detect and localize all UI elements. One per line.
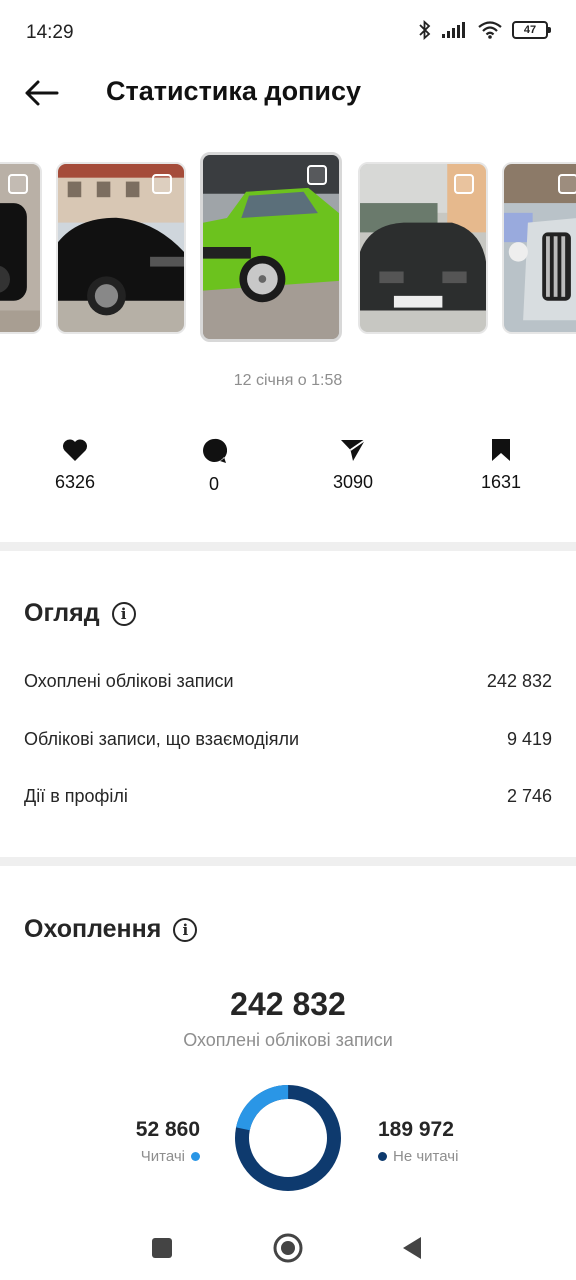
section-divider bbox=[0, 542, 576, 551]
comments-metric: 0 bbox=[164, 438, 264, 495]
bluetooth-icon bbox=[419, 20, 431, 40]
stat-label: Дії в профілі bbox=[24, 786, 128, 806]
reach-total: 242 832 bbox=[230, 986, 346, 1022]
overview-title: Огляд i bbox=[24, 599, 136, 628]
non-followers-legend: 189 972 Не читачі bbox=[378, 1118, 458, 1165]
post-thumbnail-selected[interactable] bbox=[200, 152, 342, 342]
stat-row: Охоплені облікові записи 242 832 bbox=[24, 671, 552, 692]
heart-icon bbox=[62, 439, 88, 461]
header: Статистика допису bbox=[0, 66, 576, 122]
followers-value: 52 860 bbox=[135, 1118, 200, 1141]
stat-row: Дії в профілі 2 746 bbox=[24, 786, 552, 807]
non-followers-dot bbox=[378, 1152, 387, 1161]
post-date: 12 січня о 1:58 bbox=[233, 372, 343, 389]
stat-row: Облікові записи, що взаємодіяли 9 419 bbox=[24, 729, 552, 750]
followers-label-row: Читачі bbox=[136, 1148, 200, 1165]
stat-value: 242 832 bbox=[486, 671, 552, 691]
likes-count: 6326 bbox=[54, 472, 96, 492]
post-carousel[interactable] bbox=[0, 150, 576, 350]
recents-button[interactable] bbox=[142, 1228, 182, 1268]
reach-donut-chart bbox=[235, 1084, 341, 1191]
followers-dot bbox=[191, 1152, 200, 1161]
select-checkbox[interactable] bbox=[558, 174, 576, 194]
post-thumbnail[interactable] bbox=[0, 162, 42, 334]
info-icon[interactable]: i bbox=[111, 601, 136, 626]
page-title: Статистика допису bbox=[106, 76, 361, 106]
reach-subtitle: Охоплені облікові записи bbox=[183, 1030, 393, 1050]
select-checkbox[interactable] bbox=[454, 174, 474, 194]
battery-icon: 47 bbox=[512, 21, 551, 39]
post-thumbnail[interactable] bbox=[358, 162, 488, 334]
shares-count: 3090 bbox=[332, 472, 374, 492]
section-divider bbox=[0, 857, 576, 866]
info-icon[interactable]: i bbox=[173, 917, 198, 942]
home-circle-icon bbox=[273, 1233, 303, 1263]
signal-icon bbox=[442, 22, 465, 38]
donut-segment-followers bbox=[235, 1084, 341, 1191]
select-checkbox[interactable] bbox=[307, 165, 327, 185]
bookmark-icon bbox=[492, 439, 510, 461]
non-followers-label: Не читачі bbox=[393, 1148, 459, 1165]
home-button[interactable] bbox=[268, 1228, 308, 1268]
status-bar: 14:29 47 bbox=[0, 0, 576, 66]
arrow-left-icon bbox=[25, 80, 59, 106]
battery-level: 47 bbox=[523, 24, 537, 36]
saves-count: 1631 bbox=[480, 472, 522, 492]
status-time: 14:29 bbox=[26, 22, 74, 43]
stat-label: Охоплені облікові записи bbox=[24, 671, 234, 691]
wifi-icon bbox=[478, 21, 502, 39]
followers-label: Читачі bbox=[140, 1148, 185, 1165]
stat-label: Облікові записи, що взаємодіяли bbox=[24, 729, 300, 749]
comments-count: 0 bbox=[208, 474, 219, 494]
select-checkbox[interactable] bbox=[8, 174, 28, 194]
back-nav-button[interactable] bbox=[392, 1228, 432, 1268]
engagement-metrics: 6326 0 3090 1631 bbox=[0, 438, 576, 508]
square-icon bbox=[152, 1238, 172, 1258]
triangle-back-icon bbox=[403, 1237, 421, 1259]
reach-heading: Охоплення bbox=[24, 915, 162, 943]
reach-title: Охоплення i bbox=[24, 915, 198, 944]
share-icon bbox=[341, 439, 366, 461]
shares-metric: 3090 bbox=[303, 438, 403, 493]
stat-value: 9 419 bbox=[506, 729, 552, 749]
status-icons: 47 bbox=[418, 20, 551, 40]
likes-metric: 6326 bbox=[25, 438, 125, 493]
followers-legend: 52 860 Читачі bbox=[136, 1118, 200, 1165]
comment-icon bbox=[203, 438, 227, 463]
non-followers-label-row: Не читачі bbox=[378, 1148, 458, 1165]
saves-metric: 1631 bbox=[451, 438, 551, 493]
system-nav-bar bbox=[0, 1214, 576, 1280]
overview-heading: Огляд bbox=[24, 599, 100, 627]
back-button[interactable] bbox=[22, 76, 60, 110]
post-thumbnail[interactable] bbox=[56, 162, 186, 334]
post-thumbnail[interactable] bbox=[502, 162, 576, 334]
select-checkbox[interactable] bbox=[152, 174, 172, 194]
stat-value: 2 746 bbox=[506, 786, 552, 806]
non-followers-value: 189 972 bbox=[378, 1118, 454, 1141]
